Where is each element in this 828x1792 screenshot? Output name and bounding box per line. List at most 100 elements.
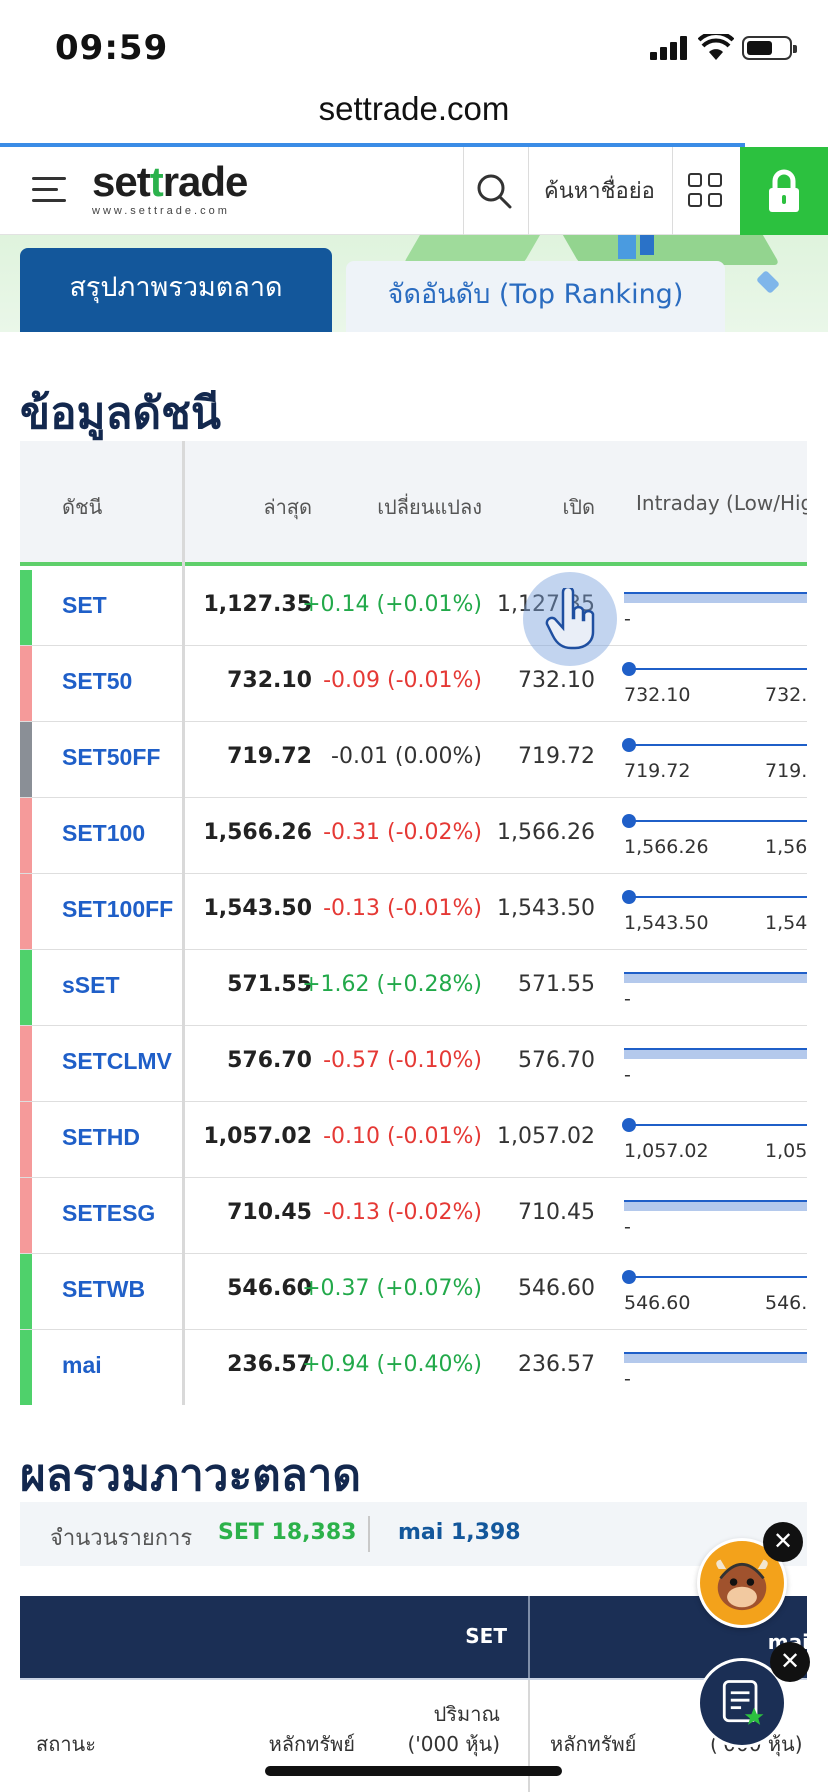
index-row[interactable]: SET50FF 719.72 -0.01 (0.00%) 719.72 719.72 71… bbox=[20, 722, 807, 798]
index-name-link[interactable]: sSET bbox=[62, 972, 120, 999]
column-header-change[interactable]: เปลี่ยนแปลง bbox=[377, 491, 482, 523]
index-row[interactable]: SETHD 1,057.02 -0.10 (-0.01%) 1,057.02 1,057… bbox=[20, 1102, 807, 1178]
tab-banner: สรุปภาพรวมตลาด จัดอันดับ (Top Ranking) bbox=[0, 235, 828, 332]
trend-indicator-bar bbox=[20, 1254, 32, 1329]
column-header-index[interactable]: ดัชนี bbox=[62, 491, 102, 523]
banner-cube-icon bbox=[755, 269, 781, 295]
index-row[interactable]: SET100 1,566.26 -0.31 (-0.02%) 1,566.26 1,56… bbox=[20, 798, 807, 874]
intraday-low: 1,057.02 bbox=[624, 1140, 709, 1162]
intraday-marker bbox=[622, 662, 636, 676]
index-name-link[interactable]: SET50FF bbox=[62, 744, 160, 771]
intraday-range-line bbox=[624, 1276, 807, 1278]
trend-indicator-bar bbox=[20, 1330, 32, 1405]
trend-indicator-bar bbox=[20, 950, 32, 1025]
index-last-value: 1,057.02 bbox=[203, 1124, 312, 1149]
battery-fill bbox=[747, 41, 773, 55]
search-icon[interactable] bbox=[472, 169, 516, 213]
tab-market-overview[interactable]: สรุปภาพรวมตลาด bbox=[20, 248, 332, 332]
pointing-hand-icon bbox=[545, 588, 595, 650]
intraday-low: - bbox=[624, 1216, 631, 1238]
index-row[interactable]: SETESG 710.45 -0.13 (-0.02%) 710.45 - bbox=[20, 1178, 807, 1254]
index-last-value: 546.60 bbox=[227, 1276, 312, 1301]
index-row[interactable]: SET 1,127.35 +0.14 (+0.01%) 1,127.35- bbox=[20, 570, 807, 646]
index-row[interactable]: SETWB 546.60 +0.37 (+0.07%) 546.60 546.60 546… bbox=[20, 1254, 807, 1330]
status-bar: 09:59 bbox=[0, 0, 828, 96]
intraday-range: 1,057.02 1,057.02 bbox=[622, 1102, 807, 1177]
site-header: settrade www.settrade.com ค้นหาชื่อย่อ bbox=[0, 147, 828, 235]
market-section-title: ผลรวมภาวะตลาด bbox=[20, 1450, 361, 1501]
index-row[interactable]: SETCLMV 576.70 -0.57 (-0.10%) 576.70 - bbox=[20, 1026, 807, 1102]
index-row[interactable]: mai 236.57 +0.94 (+0.40%) 236.57- bbox=[20, 1330, 807, 1405]
search-symbol-button[interactable]: ค้นหาชื่อย่อ bbox=[544, 173, 655, 208]
index-name-link[interactable]: mai bbox=[62, 1352, 102, 1379]
subheader-volume-unit: ('000 หุ้น) bbox=[407, 1732, 501, 1756]
wifi-icon bbox=[698, 34, 734, 60]
index-name-link[interactable]: SETESG bbox=[62, 1200, 155, 1227]
intraday-range-band bbox=[624, 974, 807, 983]
index-last-value: 571.55 bbox=[227, 972, 312, 997]
intraday-range: - bbox=[622, 1330, 807, 1405]
index-name-link[interactable]: SET bbox=[62, 592, 107, 619]
intraday-marker bbox=[622, 1270, 636, 1284]
intraday-low: - bbox=[624, 988, 631, 1010]
intraday-high: 1,543.50 bbox=[765, 912, 807, 934]
index-name-link[interactable]: SETWB bbox=[62, 1276, 145, 1303]
intraday-low: - bbox=[624, 608, 631, 630]
set-transactions: SET 18,383 bbox=[218, 1520, 357, 1545]
index-open-value: 1,057.02 bbox=[497, 1124, 595, 1149]
index-row[interactable]: SET50 732.10 -0.09 (-0.01%) 732.10 732.10 732… bbox=[20, 646, 807, 722]
close-mascot-icon[interactable]: ✕ bbox=[763, 1522, 803, 1562]
index-last-value: 732.10 bbox=[227, 668, 312, 693]
index-name-link[interactable]: SETHD bbox=[62, 1124, 140, 1151]
intraday-low: - bbox=[624, 1064, 631, 1086]
intraday-range: 1,566.26 1,566.26 bbox=[622, 798, 807, 873]
intraday-range-line bbox=[624, 896, 807, 898]
intraday-range: 1,543.50 1,543.50 bbox=[622, 874, 807, 949]
logo-subtitle: www.settrade.com bbox=[92, 205, 230, 217]
battery-icon bbox=[742, 36, 797, 60]
mai-transactions: mai 1,398 bbox=[398, 1520, 521, 1545]
intraday-high: 1,057.02 bbox=[765, 1140, 807, 1162]
index-change-value: +0.94 (+0.40%) bbox=[302, 1352, 482, 1377]
url-bar[interactable]: settrade.com bbox=[0, 90, 828, 140]
market-header-set: SET bbox=[465, 1624, 507, 1648]
trend-indicator-bar bbox=[20, 570, 32, 645]
index-change-value: -0.57 (-0.10%) bbox=[323, 1048, 482, 1073]
tab-top-ranking[interactable]: จัดอันดับ (Top Ranking) bbox=[346, 261, 725, 332]
index-name-link[interactable]: SET100 bbox=[62, 820, 145, 847]
column-header-intraday[interactable]: Intraday (Low/High) bbox=[636, 491, 807, 515]
status-time: 09:59 bbox=[55, 28, 169, 68]
intraday-low: 546.60 bbox=[624, 1292, 691, 1314]
index-open-value: 1,543.50 bbox=[497, 896, 595, 921]
market-header-divider bbox=[528, 1596, 530, 1678]
settrade-logo[interactable]: settrade www.settrade.com bbox=[92, 158, 248, 218]
index-name-link[interactable]: SETCLMV bbox=[62, 1048, 172, 1075]
apps-grid-icon[interactable] bbox=[688, 173, 724, 209]
index-name-link[interactable]: SET50 bbox=[62, 668, 132, 695]
intraday-low: - bbox=[624, 1368, 631, 1390]
header-divider bbox=[528, 147, 529, 235]
index-change-value: -0.13 (-0.01%) bbox=[323, 896, 482, 921]
transactions-summary: จำนวนรายการ SET 18,383 mai 1,398 bbox=[20, 1502, 807, 1566]
close-document-icon[interactable]: ✕ bbox=[770, 1642, 810, 1682]
login-lock-button[interactable] bbox=[740, 147, 828, 235]
column-header-last[interactable]: ล่าสุด bbox=[263, 491, 312, 523]
index-table: ดัชนี ล่าสุด เปลี่ยนแปลง เปิด Intraday (… bbox=[20, 441, 807, 1405]
logo-text-part1: set bbox=[92, 158, 151, 205]
index-change-value: -0.09 (-0.01%) bbox=[323, 668, 482, 693]
index-name-link[interactable]: SET100FF bbox=[62, 896, 173, 923]
trend-indicator-bar bbox=[20, 1178, 32, 1253]
index-change-value: +0.37 (+0.07%) bbox=[302, 1276, 482, 1301]
index-row[interactable]: sSET 571.55 +1.62 (+0.28%) 571.55- bbox=[20, 950, 807, 1026]
hamburger-menu-icon[interactable] bbox=[32, 175, 66, 203]
subheader-volume: ปริมาณ bbox=[433, 1702, 500, 1726]
index-row[interactable]: SET100FF 1,543.50 -0.13 (-0.01%) 1,543.50 1,… bbox=[20, 874, 807, 950]
trend-indicator-bar bbox=[20, 722, 32, 797]
index-open-value: 1,566.26 bbox=[497, 820, 595, 845]
transactions-label: จำนวนรายการ bbox=[50, 1526, 193, 1551]
index-open-value: 732.10 bbox=[518, 668, 595, 693]
index-section-title: ข้อมูลดัชนี bbox=[20, 388, 221, 439]
intraday-range-band bbox=[624, 594, 807, 603]
intraday-range: - bbox=[622, 570, 807, 645]
column-header-open[interactable]: เปิด bbox=[562, 491, 595, 523]
